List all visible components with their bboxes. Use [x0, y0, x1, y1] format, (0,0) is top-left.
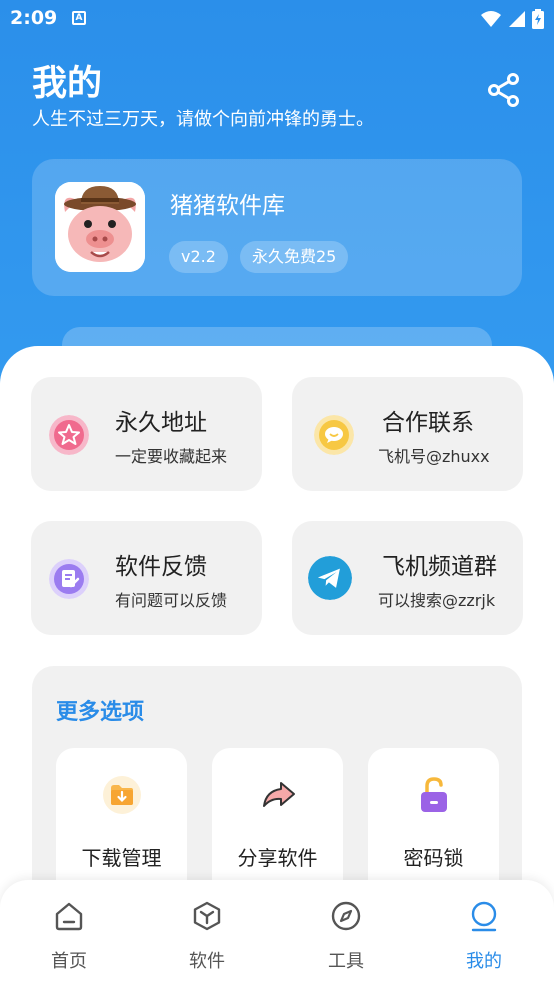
free-badge: 永久免费25	[240, 241, 349, 273]
option-label: 下载管理	[81, 846, 162, 870]
tile-feedback[interactable]: 软件反馈 有问题可以反馈	[31, 521, 262, 635]
telegram-icon	[308, 556, 352, 600]
tab-tools[interactable]: 工具	[277, 880, 415, 984]
status-time: 2:09	[10, 7, 58, 29]
tile-telegram-channel[interactable]: 飞机频道群 可以搜索@zzrjk	[292, 521, 523, 635]
chat-bubble-icon	[314, 415, 354, 455]
wifi-icon	[481, 11, 501, 27]
profile-card[interactable]: 猪猪软件库 v2.2 永久免费25	[32, 159, 522, 296]
signal-icon	[509, 11, 525, 27]
profile-icon	[471, 901, 497, 932]
tile-subtitle: 有问题可以反馈	[115, 591, 228, 610]
tile-title: 合作联系	[382, 410, 474, 436]
tile-permanent-address[interactable]: 永久地址 一定要收藏起来	[31, 377, 262, 491]
package-icon	[193, 901, 221, 931]
share-icon[interactable]	[486, 72, 522, 108]
option-label: 分享软件	[237, 846, 318, 870]
tile-title: 飞机频道群	[382, 554, 497, 580]
tab-label: 软件	[189, 951, 225, 972]
notification-icon: A	[72, 11, 86, 25]
tab-software[interactable]: 软件	[138, 880, 276, 984]
star-icon	[49, 415, 89, 455]
version-badge: v2.2	[169, 241, 228, 273]
feedback-icon	[49, 559, 89, 599]
tab-label: 首页	[51, 951, 87, 972]
tile-title: 软件反馈	[115, 554, 207, 580]
tile-subtitle: 一定要收藏起来	[115, 447, 228, 466]
share-arrow-icon	[263, 782, 295, 807]
download-folder-icon	[103, 776, 141, 814]
home-icon	[55, 902, 83, 931]
app-name: 猪猪软件库	[170, 193, 285, 219]
tile-contact[interactable]: 合作联系 飞机号@zhuxx	[292, 377, 523, 491]
page-subtitle: 人生不过三万天，请做个向前冲锋的勇士。	[32, 109, 374, 130]
status-bar: 2:09 A	[0, 0, 554, 38]
compass-icon	[331, 901, 361, 931]
unlock-icon	[421, 777, 447, 812]
more-options-title: 更多选项	[56, 700, 145, 725]
page-title: 我的	[32, 64, 103, 104]
pig-logo-icon	[55, 182, 145, 272]
tab-label: 工具	[328, 951, 364, 972]
tab-mine[interactable]: 我的	[415, 880, 553, 984]
option-label: 密码锁	[403, 846, 464, 870]
tile-subtitle: 飞机号@zhuxx	[378, 447, 490, 466]
tile-title: 永久地址	[115, 410, 207, 436]
bottom-tab-bar: 首页 软件 工具 我的	[0, 880, 554, 984]
tab-home[interactable]: 首页	[0, 880, 138, 984]
tab-label: 我的	[466, 951, 502, 972]
avatar	[55, 182, 145, 272]
tile-subtitle: 可以搜索@zzrjk	[378, 591, 496, 610]
battery-icon	[532, 9, 544, 29]
